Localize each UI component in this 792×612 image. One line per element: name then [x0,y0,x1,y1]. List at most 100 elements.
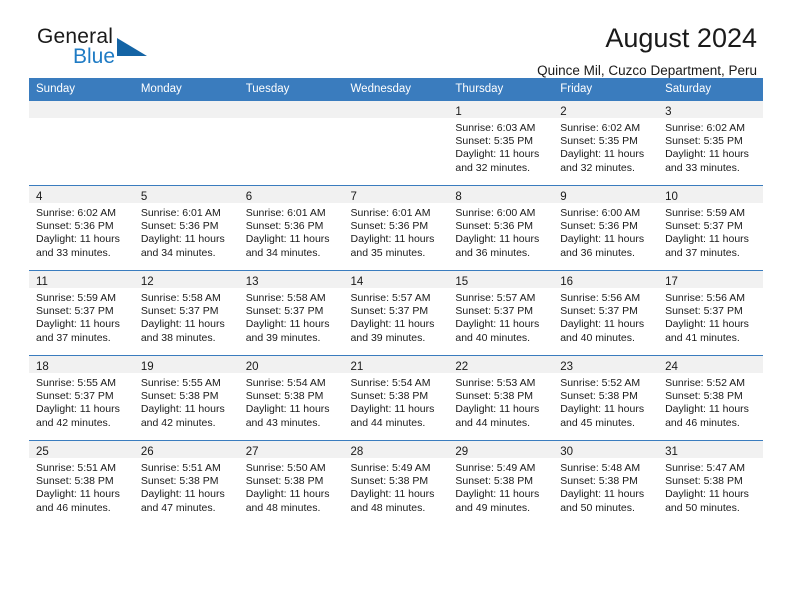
day-cell[interactable]: 2 Sunrise: 6:02 AM Sunset: 5:35 PM Daylight… [553,100,659,186]
weekday-header-saturday: Saturday [658,78,763,101]
daylight-text-line2: and 45 minutes. [560,416,635,429]
day-cell[interactable]: 5 Sunrise: 6:01 AM Sunset: 5:36 PM Daylight… [133,185,239,271]
generalblue-logo[interactable]: General Blue [37,26,217,74]
day-cell[interactable]: 4 Sunrise: 6:02 AM Sunset: 5:36 PM Daylight… [29,185,134,271]
sunset-text: Sunset: 5:38 PM [140,390,219,403]
weekday-header-thursday: Thursday [448,78,554,101]
day-number: 10 [665,191,678,203]
day-cell[interactable]: 9 Sunrise: 6:00 AM Sunset: 5:36 PM Daylight… [553,185,659,271]
daylight-text-line1: Daylight: 11 hours [245,488,330,501]
day-cell[interactable]: 17 Sunrise: 5:56 AM Sunset: 5:37 PM Dayligh… [658,270,763,356]
calendar-body: 1 Sunrise: 6:03 AM Sunset: 5:35 PM Daylight… [29,100,763,525]
sunset-text: Sunset: 5:38 PM [140,475,219,488]
daylight-text-line1: Daylight: 11 hours [665,318,749,331]
day-cell[interactable]: 18 Sunrise: 5:55 AM Sunset: 5:37 PM Dayligh… [29,355,134,441]
daylight-text-line1: Daylight: 11 hours [350,403,435,416]
day-cell[interactable]: 31 Sunrise: 5:47 AM Sunset: 5:38 PM Dayligh… [658,440,763,525]
day-cell[interactable]: 20 Sunrise: 5:54 AM Sunset: 5:38 PM Dayligh… [238,355,344,441]
day-number: 28 [350,446,364,458]
day-cell[interactable]: 26 Sunrise: 5:51 AM Sunset: 5:38 PM Dayligh… [133,440,239,525]
daylight-text-line1: Daylight: 11 hours [665,403,749,416]
day-number: 23 [560,361,574,373]
daylight-text-line1: Daylight: 11 hours [455,233,540,246]
day-number: 12 [140,276,154,288]
sunrise-text: Sunrise: 6:01 AM [245,207,326,219]
day-cell[interactable]: 10 Sunrise: 5:59 AM Sunset: 5:37 PM Dayligh… [658,185,763,271]
day-cell[interactable]: 13 Sunrise: 5:58 AM Sunset: 5:37 PM Dayligh… [238,270,344,356]
daylight-text-line2: and 47 minutes. [140,501,216,514]
daylight-text-line1: Daylight: 11 hours [36,318,120,331]
page-header: General Blue August 2024 Quince Mil, Cuz… [29,0,763,78]
daylight-text-line1: Daylight: 11 hours [455,148,540,161]
day-number: 9 [560,191,567,203]
daylight-text-line2: and 34 minutes. [140,246,216,259]
day-cell[interactable]: 11 Sunrise: 5:59 AM Sunset: 5:37 PM Dayligh… [29,270,134,356]
day-cell[interactable]: 7 Sunrise: 6:01 AM Sunset: 5:36 PM Daylight… [343,185,449,271]
day-number: 29 [455,446,469,458]
day-number: 3 [665,106,672,118]
day-cell[interactable]: 12 Sunrise: 5:58 AM Sunset: 5:37 PM Dayligh… [133,270,239,356]
daylight-text-line1: Daylight: 11 hours [665,148,749,161]
weekday-header-monday: Monday [133,78,239,101]
sunrise-text: Sunrise: 6:01 AM [350,207,431,219]
day-number: 2 [560,106,567,118]
sunset-text: Sunset: 5:37 PM [665,305,743,318]
day-cell[interactable]: 15 Sunrise: 5:57 AM Sunset: 5:37 PM Dayligh… [448,270,554,356]
daylight-text-line2: and 37 minutes. [36,331,111,344]
day-cell[interactable]: 1 Sunrise: 6:03 AM Sunset: 5:35 PM Daylight… [448,100,554,186]
day-cell[interactable]: 29 Sunrise: 5:49 AM Sunset: 5:38 PM Dayligh… [448,440,554,525]
triangle-icon [117,38,147,56]
day-cell[interactable]: 22 Sunrise: 5:53 AM Sunset: 5:38 PM Dayligh… [448,355,554,441]
sunset-text: Sunset: 5:36 PM [245,220,324,233]
daylight-text-line1: Daylight: 11 hours [560,488,645,501]
daylight-text-line1: Daylight: 11 hours [665,233,749,246]
day-cell[interactable]: 8 Sunrise: 6:00 AM Sunset: 5:36 PM Daylight… [448,185,554,271]
daylight-text-line1: Daylight: 11 hours [560,318,645,331]
day-number: 6 [245,191,253,203]
sunset-text: Sunset: 5:38 PM [560,475,638,488]
daylight-text-line1: Daylight: 11 hours [455,403,540,416]
day-cell[interactable]: 6 Sunrise: 6:01 AM Sunset: 5:36 PM Daylight… [238,185,344,271]
daylight-text-line2: and 42 minutes. [140,416,216,429]
sunset-text: Sunset: 5:38 PM [350,390,429,403]
sunset-text: Sunset: 5:36 PM [455,220,534,233]
day-number: 30 [560,446,574,458]
day-number: 11 [36,276,48,288]
day-cell[interactable]: 30 Sunrise: 5:48 AM Sunset: 5:38 PM Dayligh… [553,440,659,525]
day-cell[interactable]: 24 Sunrise: 5:52 AM Sunset: 5:38 PM Dayligh… [658,355,763,441]
daylight-text-line2: and 40 minutes. [560,331,635,344]
day-cell[interactable]: 16 Sunrise: 5:56 AM Sunset: 5:37 PM Dayligh… [553,270,659,356]
sunrise-text: Sunrise: 5:56 AM [665,292,746,304]
day-cell[interactable]: 21 Sunrise: 5:54 AM Sunset: 5:38 PM Dayligh… [343,355,449,441]
day-number: 25 [36,446,49,458]
day-number: 16 [560,276,574,288]
daylight-text-line1: Daylight: 11 hours [350,318,435,331]
sunrise-text: Sunrise: 5:55 AM [36,377,116,389]
sunrise-text: Sunrise: 5:48 AM [560,462,641,474]
day-cell[interactable]: 23 Sunrise: 5:52 AM Sunset: 5:38 PM Dayligh… [553,355,659,441]
day-cell[interactable]: 14 Sunrise: 5:57 AM Sunset: 5:37 PM Dayligh… [343,270,449,356]
day-cell[interactable]: 19 Sunrise: 5:55 AM Sunset: 5:38 PM Dayligh… [133,355,239,441]
day-cell[interactable]: 28 Sunrise: 5:49 AM Sunset: 5:38 PM Dayligh… [343,440,449,525]
day-number: 18 [36,361,49,373]
daylight-text-line1: Daylight: 11 hours [245,403,330,416]
title-block: August 2024 Quince Mil, Cuzco Department… [537,22,757,80]
sunset-text: Sunset: 5:37 PM [140,305,219,318]
day-cell[interactable]: 3 Sunrise: 6:02 AM Sunset: 5:35 PM Daylight… [658,100,763,186]
sunrise-text: Sunrise: 5:58 AM [140,292,221,304]
weekday-header-sunday: Sunday [29,78,134,101]
daylight-text-line1: Daylight: 11 hours [140,318,225,331]
sunrise-text: Sunrise: 5:59 AM [36,292,116,304]
sunrise-text: Sunrise: 5:57 AM [455,292,536,304]
sunset-text: Sunset: 5:35 PM [560,135,638,148]
calendar-grid: Sunday Monday Tuesday Wednesday Thursday… [29,78,763,525]
sunset-text: Sunset: 5:38 PM [36,475,114,488]
day-cell[interactable]: 27 Sunrise: 5:50 AM Sunset: 5:38 PM Dayligh… [238,440,344,525]
calendar-week-row: 25 Sunrise: 5:51 AM Sunset: 5:38 PM Dayligh… [29,440,763,525]
daylight-text-line1: Daylight: 11 hours [350,233,435,246]
day-cell[interactable]: 25 Sunrise: 5:51 AM Sunset: 5:38 PM Dayligh… [29,440,134,525]
sunrise-text: Sunrise: 6:02 AM [36,207,116,219]
daylight-text-line2: and 38 minutes. [140,331,216,344]
sunset-text: Sunset: 5:35 PM [455,135,534,148]
sunrise-text: Sunrise: 5:51 AM [140,462,221,474]
